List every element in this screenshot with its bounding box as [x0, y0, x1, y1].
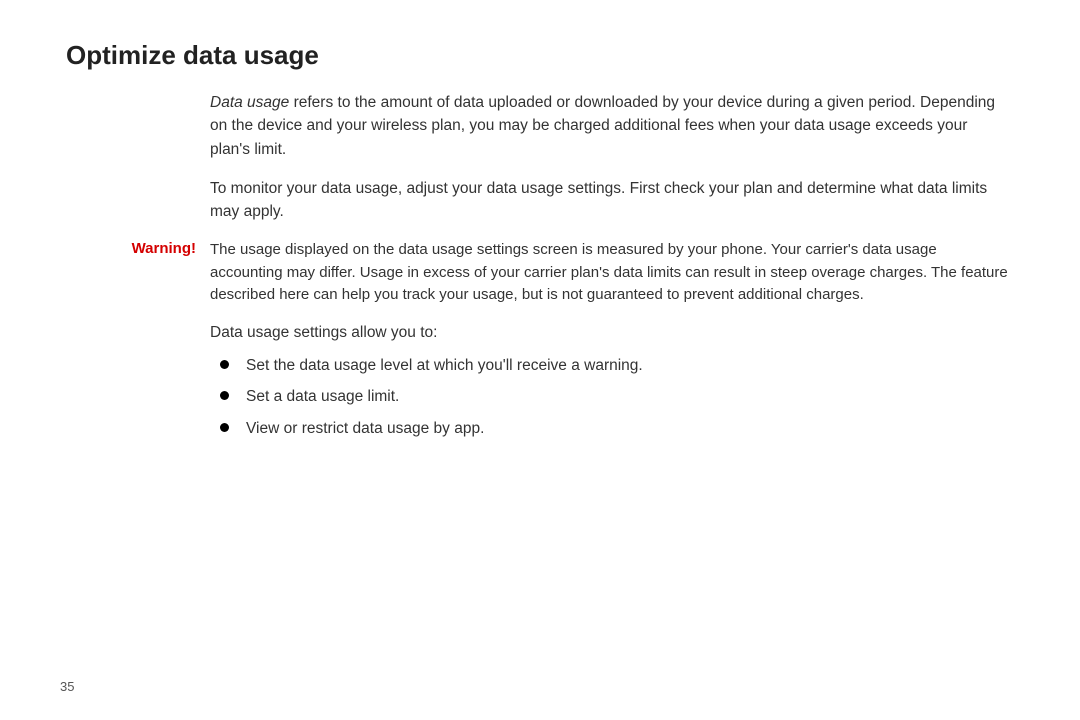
- settings-block: Data usage settings allow you to: Set th…: [210, 321, 1010, 440]
- page-title: Optimize data usage: [66, 40, 1020, 71]
- intro-para-1-rest: refers to the amount of data uploaded or…: [210, 94, 995, 158]
- list-item: Set a data usage limit.: [210, 385, 1010, 408]
- warning-label: Warning!: [60, 239, 210, 257]
- warning-row: Warning! The usage displayed on the data…: [60, 239, 1020, 307]
- intro-para-1: Data usage refers to the amount of data …: [210, 91, 1010, 161]
- bullet-list: Set the data usage level at which you'll…: [210, 354, 1010, 440]
- list-item: View or restrict data usage by app.: [210, 417, 1010, 440]
- settings-intro: Data usage settings allow you to:: [210, 321, 1010, 344]
- page-number: 35: [60, 679, 74, 694]
- intro-para-2: To monitor your data usage, adjust your …: [210, 177, 1010, 224]
- list-item: Set the data usage level at which you'll…: [210, 354, 1010, 377]
- intro-term: Data usage: [210, 94, 289, 111]
- intro-block: Data usage refers to the amount of data …: [210, 91, 1010, 223]
- warning-text: The usage displayed on the data usage se…: [210, 239, 1010, 307]
